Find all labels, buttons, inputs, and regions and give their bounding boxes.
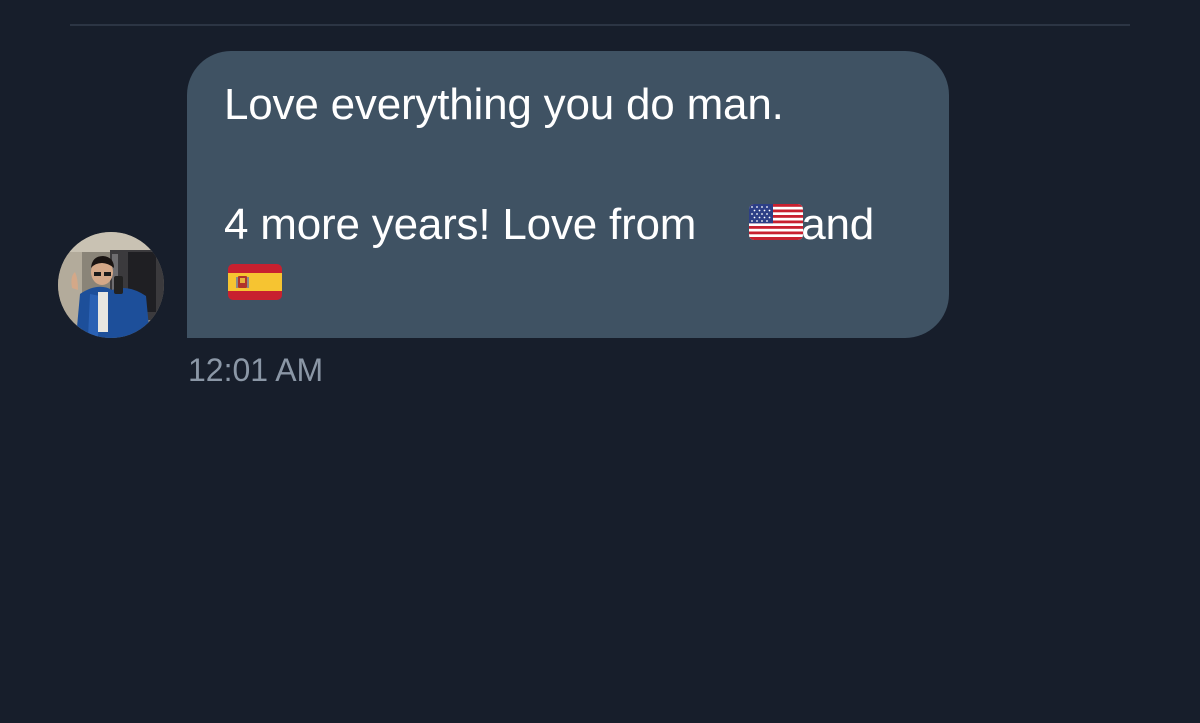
avatar-photo-icon bbox=[58, 232, 164, 338]
spain-flag-icon bbox=[228, 264, 282, 300]
message-line-2-after: and bbox=[801, 200, 875, 249]
message-timestamp: 12:01 AM bbox=[188, 352, 324, 388]
top-divider bbox=[70, 24, 1130, 26]
message-line-1: Love everything you do man. bbox=[224, 80, 784, 129]
message-line-2-text: 4 more years! Love from bbox=[224, 200, 697, 249]
message-bubble[interactable]: Love everything you do man. 4 more years… bbox=[187, 51, 949, 338]
us-flag-icon bbox=[749, 204, 803, 240]
sender-avatar[interactable] bbox=[58, 232, 164, 338]
